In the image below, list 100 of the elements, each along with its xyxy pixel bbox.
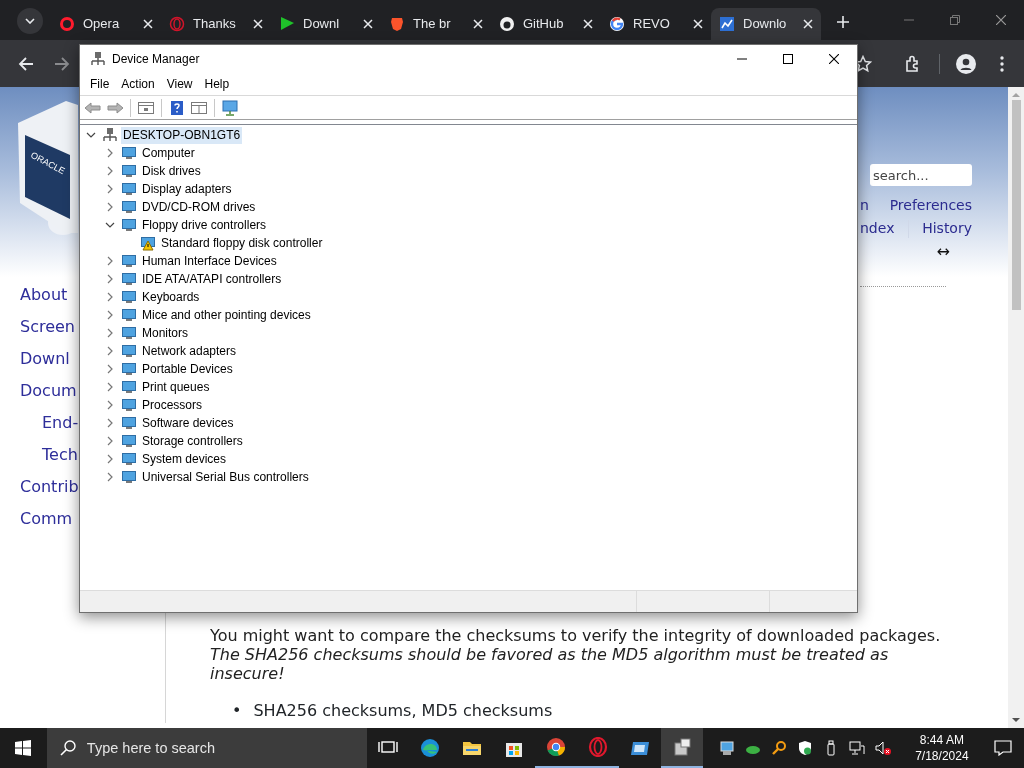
panel-icon[interactable] — [190, 99, 208, 116]
nav-link-text[interactable]: History — [922, 218, 972, 239]
chevron-icon[interactable] — [105, 346, 115, 356]
profile-icon[interactable] — [956, 53, 976, 74]
chevron-icon[interactable] — [105, 328, 115, 338]
tree-item[interactable]: Mice and other pointing devices — [140, 306, 313, 324]
tree-item[interactable]: Portable Devices — [140, 360, 235, 378]
tree-item[interactable]: IDE ATA/ATAPI controllers — [140, 270, 284, 288]
chevron-icon[interactable] — [105, 436, 115, 446]
download-link[interactable]: SHA256 checksums, MD5 checksums — [253, 699, 553, 723]
tree-item[interactable]: Standard floppy disk controller — [159, 234, 325, 252]
sidebar-link[interactable]: About — [20, 285, 68, 305]
resize-arrow-icon[interactable]: ↔ — [936, 244, 950, 260]
network-icon[interactable] — [848, 740, 865, 756]
scrollbar[interactable] — [1008, 87, 1024, 728]
swirl-icon[interactable] — [419, 738, 440, 758]
sidebar-link[interactable]: Contrib — [20, 477, 79, 497]
chevron-icon[interactable] — [105, 202, 115, 212]
tree-item[interactable]: DVD/CD-ROM drives — [140, 198, 258, 216]
scroll-down-icon[interactable] — [1012, 717, 1020, 723]
chevron-icon[interactable] — [105, 184, 115, 194]
notification-icon[interactable] — [993, 740, 1012, 756]
forward-icon[interactable] — [54, 55, 70, 72]
new-tab-icon[interactable] — [837, 16, 849, 28]
chevron-icon[interactable] — [105, 166, 115, 176]
muted-speaker-icon[interactable] — [874, 740, 891, 756]
search-field[interactable]: search... — [870, 164, 972, 186]
scroll-thumb[interactable] — [1011, 100, 1021, 310]
search-field[interactable]: Type here to search — [46, 728, 367, 768]
chevron-icon[interactable] — [105, 220, 115, 230]
dropdown-icon[interactable] — [25, 18, 35, 24]
tree-item[interactable]: System devices — [140, 450, 229, 468]
chevron-icon[interactable] — [105, 274, 115, 284]
ring-icon[interactable] — [587, 737, 608, 757]
chevron-icon[interactable] — [105, 148, 115, 158]
menu-item[interactable]: Help — [198, 75, 236, 93]
paragraph-text: You might want to compare the checksums to verify the integrity of downloaded packages. — [210, 626, 942, 645]
forward-icon[interactable] — [106, 99, 124, 116]
sidebar-link[interactable]: End- — [42, 413, 79, 433]
chevron-icon[interactable] — [105, 382, 115, 392]
menu-item[interactable]: View — [160, 75, 199, 93]
chevron-icon[interactable] — [105, 418, 115, 428]
computer-tray-icon[interactable] — [718, 740, 735, 756]
taskbar-button[interactable] — [660, 728, 703, 768]
chevron-icon[interactable] — [105, 256, 115, 266]
tree-item[interactable]: DESKTOP-OBN1GT6 — [121, 126, 243, 144]
chevron-icon[interactable] — [105, 472, 115, 482]
nav-link-text[interactable]: Preferences — [889, 195, 972, 216]
browser-tab[interactable]: REVO — [601, 8, 711, 40]
tree-item[interactable]: Human Interface Devices — [140, 252, 279, 270]
browser-tab[interactable]: The br — [381, 8, 491, 40]
chevron-icon[interactable] — [105, 454, 115, 464]
tree-item[interactable]: Floppy drive controllers — [140, 216, 269, 234]
help-icon[interactable] — [168, 99, 186, 116]
sidebar-link[interactable]: Tech — [42, 445, 78, 465]
browser-tab[interactable]: Downlo — [711, 8, 821, 40]
device-icon — [121, 397, 137, 413]
monitor-icon[interactable] — [221, 99, 239, 116]
browser-tab[interactable]: Thanks — [161, 8, 271, 40]
tree-item[interactable]: Universal Serial Bus controllers — [140, 468, 311, 486]
windows-icon[interactable] — [15, 740, 32, 756]
clock-text[interactable]: 8:44 AM — [906, 732, 978, 748]
sidebar-link[interactable]: Comm — [20, 509, 73, 529]
tree-item[interactable]: Print queues — [140, 378, 212, 396]
key-icon[interactable] — [770, 740, 787, 756]
chevron-icon[interactable] — [105, 310, 115, 320]
sidebar-link[interactable]: Downl — [20, 349, 70, 369]
nav-link-text[interactable]: ndex — [860, 218, 895, 239]
device-manager-icon[interactable] — [671, 737, 692, 757]
date-text[interactable]: 7/18/2024 — [906, 748, 978, 764]
window-icon[interactable] — [137, 99, 155, 116]
chevron-icon[interactable] — [105, 292, 115, 302]
tree-item[interactable]: Software devices — [140, 414, 236, 432]
maximize-icon[interactable] — [783, 54, 793, 64]
chevron-icon[interactable] — [105, 400, 115, 410]
tree-item[interactable]: Computer — [140, 144, 197, 162]
wheel-icon[interactable] — [545, 737, 566, 757]
chevron-icon[interactable] — [86, 130, 96, 140]
shield-icon[interactable] — [796, 740, 813, 756]
browser-tab[interactable]: Opera — [51, 8, 161, 40]
tree-item[interactable]: Disk drives — [140, 162, 203, 180]
menu-item[interactable]: Action — [115, 75, 161, 93]
nav-link-text[interactable]: n — [860, 195, 869, 216]
browser-tab[interactable]: Downl — [271, 8, 381, 40]
browser-tab[interactable]: GitHub — [491, 8, 601, 40]
close-icon[interactable] — [829, 54, 839, 64]
tree-item[interactable]: Monitors — [140, 324, 190, 342]
sidebar-link[interactable]: Docum — [20, 381, 77, 401]
tree-item[interactable]: Keyboards — [140, 288, 202, 306]
tree-item[interactable]: Processors — [140, 396, 205, 414]
restore-icon[interactable] — [950, 15, 960, 25]
chevron-icon[interactable] — [105, 364, 115, 374]
back-icon[interactable] — [18, 55, 34, 72]
tree-item[interactable]: Network adapters — [140, 342, 239, 360]
tree-item[interactable]: Storage controllers — [140, 432, 245, 450]
tree-item[interactable]: Display adapters — [140, 180, 234, 198]
menu-icon[interactable] — [1000, 55, 1004, 72]
multicolor-ring-icon — [609, 16, 625, 32]
sidebar-link[interactable]: Screen — [20, 317, 75, 337]
menu-item[interactable]: File — [84, 75, 116, 93]
